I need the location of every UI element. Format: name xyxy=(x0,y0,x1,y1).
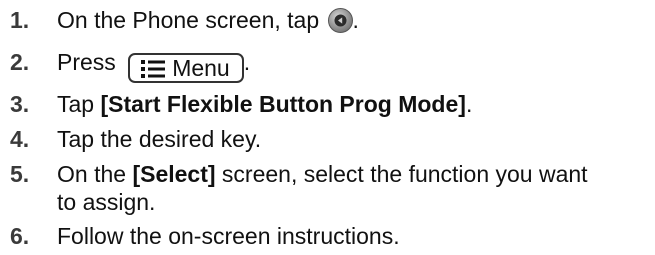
step-number: 5. xyxy=(10,161,30,187)
step-text-after: . xyxy=(243,49,251,75)
step-number: 3. xyxy=(10,91,30,117)
step-bold-label: [Select] xyxy=(132,161,216,187)
step-text: On the Phone screen, tap . xyxy=(57,6,359,34)
back-circle-icon xyxy=(327,8,353,33)
step-number: 4. xyxy=(10,126,30,152)
step-number: 2. xyxy=(10,49,30,75)
step-text: Press Menu. xyxy=(57,48,250,83)
step-text-before: On the Phone screen, tap xyxy=(57,7,326,33)
step-text: Tap the desired key. xyxy=(57,126,262,152)
step-text-before: Tap xyxy=(57,91,101,117)
step-number: 1. xyxy=(10,7,30,33)
step-bold-label: [Start Flexible Button Prog Mode] xyxy=(100,91,466,117)
step-text-after: . xyxy=(465,91,473,117)
menu-key-button: Menu xyxy=(128,53,244,83)
step-text-before: On the xyxy=(57,161,133,187)
menu-list-icon xyxy=(141,60,166,78)
step-text: Tap [Start Flexible Button Prog Mode]. xyxy=(57,90,472,118)
instruction-steps: 1. On the Phone screen, tap . 2. Press M… xyxy=(0,0,655,255)
step-text-before: Press xyxy=(57,49,123,75)
step-text-mid: screen, select the function you want xyxy=(215,161,588,187)
menu-key-label: Menu xyxy=(172,55,230,81)
step-text-continuation: to assign. xyxy=(57,189,156,215)
step-text-after: . xyxy=(352,7,359,33)
step-text: Follow the on-screen instructions. xyxy=(57,223,400,249)
step-number: 6. xyxy=(10,223,30,249)
step-text: On the [Select] screen, select the funct… xyxy=(57,160,588,188)
